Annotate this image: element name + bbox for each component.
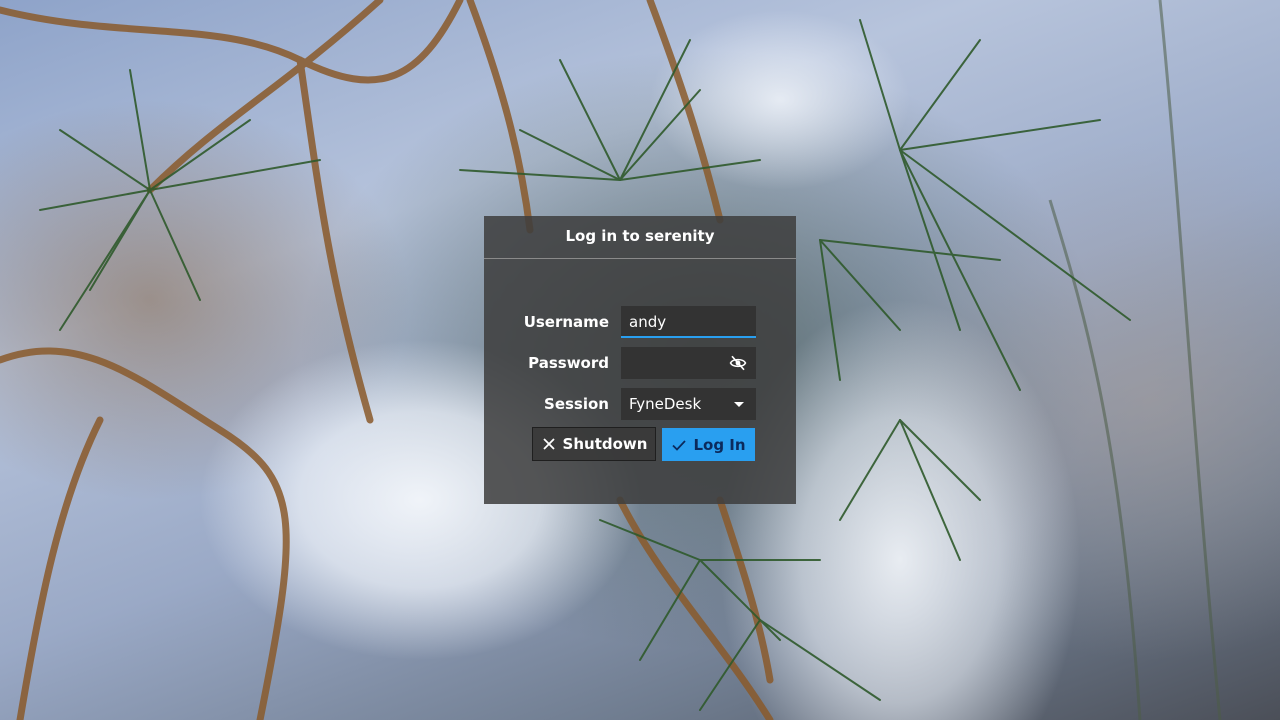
shutdown-button[interactable]: Shutdown — [532, 427, 656, 461]
session-label: Session — [544, 395, 609, 413]
login-button[interactable]: Log In — [662, 428, 755, 461]
check-icon — [672, 439, 687, 451]
username-value: andy — [629, 313, 667, 331]
password-label: Password — [528, 354, 609, 372]
session-select[interactable]: FyneDesk — [621, 388, 756, 420]
shutdown-label: Shutdown — [562, 435, 648, 453]
username-label: Username — [523, 313, 609, 331]
title-divider — [484, 258, 796, 259]
login-label: Log In — [693, 435, 746, 454]
username-focus-underline — [621, 336, 756, 338]
close-icon — [542, 438, 555, 450]
password-field[interactable] — [621, 347, 756, 379]
eye-off-icon[interactable] — [728, 354, 748, 372]
username-field[interactable]: andy — [621, 306, 756, 338]
session-value: FyneDesk — [629, 395, 702, 413]
chevron-down-icon — [734, 402, 744, 407]
login-dialog: Log in to serenity Username andy Passwor… — [484, 216, 796, 504]
dialog-title: Log in to serenity — [565, 227, 715, 245]
